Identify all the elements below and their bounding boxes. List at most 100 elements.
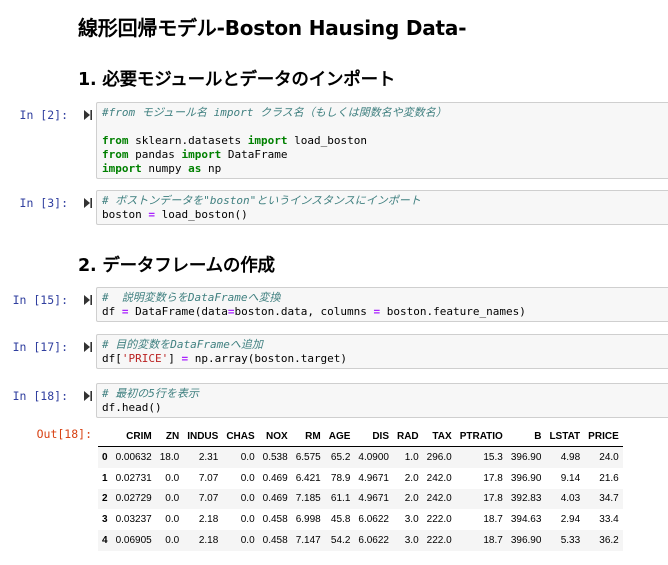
table-cell: 0.469 [262,493,288,505]
table-cell: 0.02729 [115,493,152,505]
table-cell: 0.0 [240,493,255,505]
code-cell-imports[interactable]: #from モジュール名 import クラス名（もしくは関数名や変数名） fr… [96,102,668,179]
code-text: pandas [128,148,182,161]
table-cell: 0.469 [262,472,288,484]
table-cell: 34.7 [599,493,619,505]
table-cell: 6.421 [295,472,321,484]
column-header: AGE [324,426,355,447]
table-cell: 24.0 [599,451,619,463]
run-cell-icon[interactable] [84,110,92,120]
table-cell: 396.90 [510,451,542,463]
table-cell: 18.7 [483,535,503,547]
table-cell: 7.07 [198,493,219,505]
code-cell-head[interactable]: # 最初の5行を表示 df.head() [96,383,668,418]
code-keyword: import [181,148,222,161]
column-header: DIS [354,426,393,447]
code-text: boston [102,208,149,221]
code-text: load_boston() [154,208,248,221]
table-cell: 4.0900 [358,451,389,463]
table-cell: 9.14 [560,472,581,484]
code-comment: # 最初の5行を表示 [102,387,199,400]
table-row: 1 0.02731 0.0 7.07 0.0 0.469 6.421 78.9 4.9671 2.… [98,468,623,489]
cell-prompt: In [2]: [19,108,68,122]
table-cell: 61.1 [330,493,351,505]
table-cell: 0.00632 [115,451,152,463]
table-cell: 1.0 [404,451,419,463]
table-body: 0 0.00632 18.0 2.31 0.0 0.538 6.575 65.2 4.0900 1… [98,446,623,551]
table-cell: 54.2 [330,535,351,547]
table-cell: 392.83 [510,493,542,505]
row-index: 4 [102,535,108,547]
table-cell: 15.3 [483,451,503,463]
code-keyword: as [188,162,202,175]
code-keyword: from [102,134,129,147]
table-row: 4 0.06905 0.0 2.18 0.0 0.458 7.147 54.2 6.0622 3.… [98,530,623,551]
code-text: sklearn.datasets [128,134,248,147]
code-operator: = [148,208,155,221]
run-cell-icon[interactable] [84,391,92,401]
column-header: NOX [258,426,292,447]
table-row: 2 0.02729 0.0 7.07 0.0 0.469 7.185 61.1 4.9671 2.… [98,488,623,510]
table-cell: 2.18 [198,514,219,526]
table-header-row: CRIM ZN INDUS CHAS NOX RM AGE DIS RAD TAX PTRATIO B… [98,426,623,447]
table-cell: 0.0 [240,472,255,484]
column-header: LSTAT [545,426,585,447]
column-header: RAD [392,426,423,447]
column-header: CRIM [111,426,156,447]
column-header: INDUS [183,426,223,447]
table-cell: 18.0 [159,451,180,463]
table-cell: 6.0622 [358,514,389,526]
table-cell: 2.0 [404,493,419,505]
table-cell: 0.03237 [115,514,152,526]
table-cell: 0.458 [262,535,288,547]
table-cell: 33.4 [599,514,619,526]
code-operator: = [121,305,129,318]
table-cell: 396.90 [510,472,542,484]
code-comment: #from モジュール名 import クラス名（もしくは関数名や変数名） [102,106,447,119]
code-text: df [102,305,122,318]
table-cell: 4.98 [560,451,581,463]
run-cell-icon[interactable] [84,342,92,352]
table-cell: 396.90 [510,535,542,547]
run-cell-icon[interactable] [84,198,92,208]
column-header: CHAS [222,426,259,447]
table-cell: 6.0622 [358,535,389,547]
code-text: numpy [141,162,189,175]
table-cell: 7.07 [198,472,219,484]
table-cell: 0.0 [165,514,180,526]
table-cell: 0.0 [165,535,180,547]
cell-prompt: In [17]: [12,340,68,354]
page-title: 線形回帰モデル-Boston Hausing Data- [78,16,467,40]
table-cell: 2.31 [198,451,219,463]
cell-prompt: In [15]: [12,293,68,307]
column-header: PTRATIO [455,426,507,447]
dataframe-output-table: CRIM ZN INDUS CHAS NOX RM AGE DIS RAD TAX PTRATIO B… [98,426,623,551]
code-text: DataFrame [221,148,288,161]
code-comment: # 目的変数をDataFrameへ追加 [102,338,263,351]
cell-prompt: In [18]: [12,389,68,403]
table-cell: 4.03 [560,493,581,505]
table-cell: 21.6 [599,472,619,484]
table-cell: 222.0 [426,535,452,547]
code-keyword: from [102,148,129,161]
table-cell: 7.185 [295,493,321,505]
run-cell-icon[interactable] [84,295,92,305]
code-string: 'PRICE' [121,352,169,365]
cell-prompt: In [3]: [19,196,68,210]
column-header: RM [291,426,325,447]
table-cell: 3.0 [404,514,419,526]
table-cell: 18.7 [483,514,503,526]
row-index: 3 [102,514,108,526]
table-cell: 0.02731 [115,472,152,484]
table-cell: 4.9671 [358,472,389,484]
code-text: df.head() [102,401,162,414]
table-cell: 78.9 [330,472,351,484]
code-cell-load-boston[interactable]: # ボストンデータを"boston"というインスタンスにインポート boston… [96,190,668,225]
row-index: 2 [102,493,108,505]
table-cell: 296.0 [426,451,452,463]
code-comment: # 説明変数らをDataFrameへ変換 [102,291,281,304]
code-cell-add-price[interactable]: # 目的変数をDataFrameへ追加 df['PRICE'] = np.arr… [96,334,668,369]
table-cell: 242.0 [426,472,452,484]
code-cell-dataframe[interactable]: # 説明変数らをDataFrameへ変換 df = DataFrame(data… [96,287,668,322]
column-header: PRICE [584,426,623,447]
